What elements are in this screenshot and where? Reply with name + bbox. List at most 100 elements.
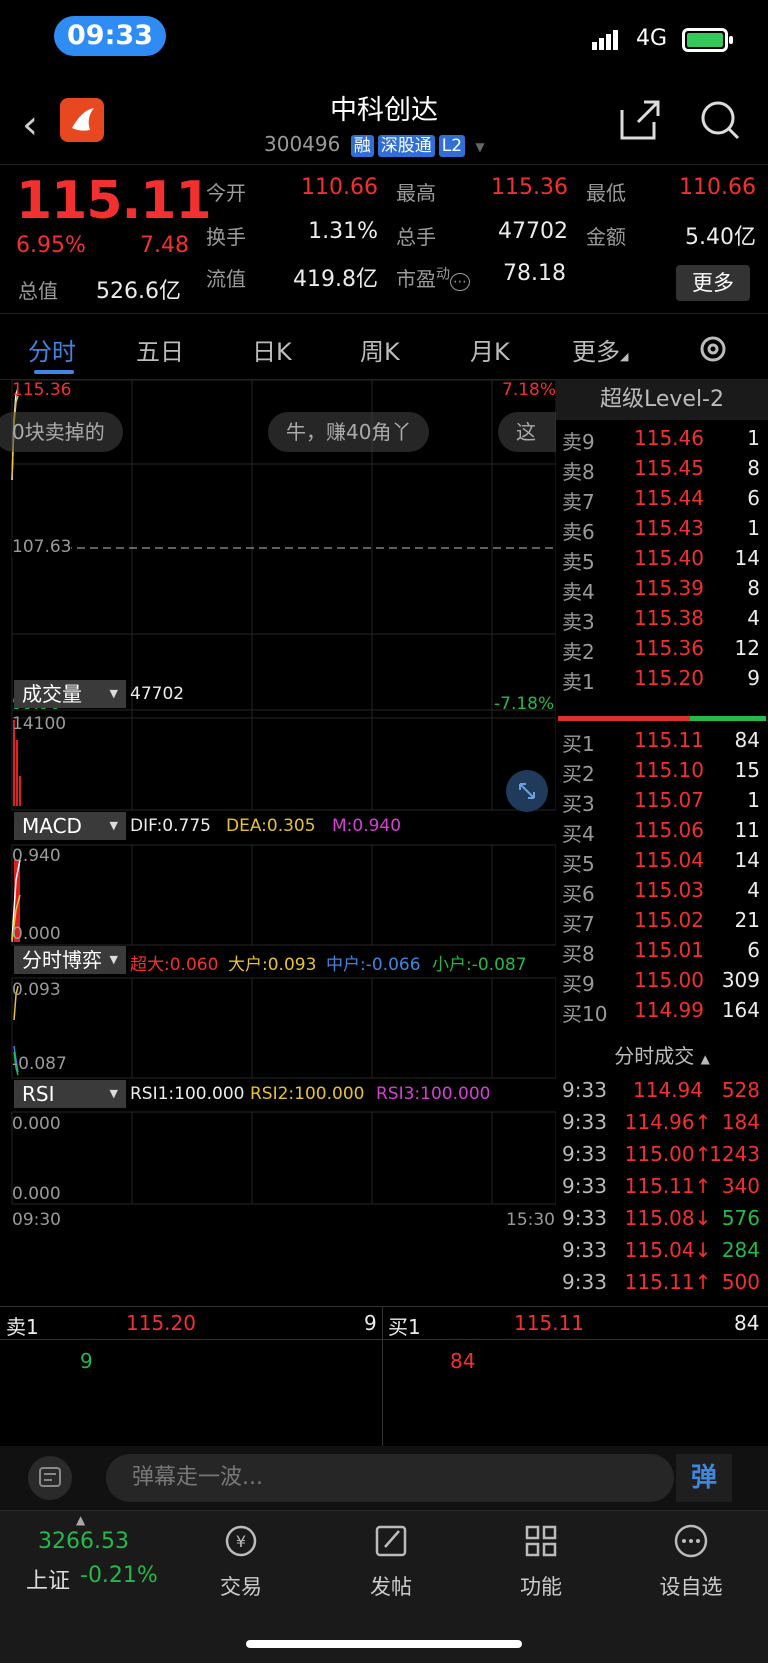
- game-indicator-selector[interactable]: 分时博弈: [14, 946, 126, 974]
- bid-volume: 1: [747, 788, 760, 812]
- pe-info-icon[interactable]: ⋯: [450, 273, 470, 291]
- bid-level: 买1: [562, 732, 595, 756]
- tab-monthly-k[interactable]: 月K: [470, 332, 510, 367]
- tab-more[interactable]: 更多◢: [572, 332, 628, 367]
- trade-time: 9:33: [562, 1142, 607, 1166]
- bid-row[interactable]: 买5 115.04 14: [562, 848, 764, 879]
- bid-row[interactable]: 买4 115.06 11: [562, 818, 764, 849]
- more-button[interactable]: 更多: [676, 265, 750, 301]
- ask-row[interactable]: 卖1 115.20 9: [562, 666, 764, 697]
- danmu-bar: 弹幕走一波... 弹: [0, 1446, 768, 1510]
- expand-icon[interactable]: [506, 770, 548, 812]
- time-start: 09:30: [12, 1210, 61, 1230]
- nav-function[interactable]: 功能: [486, 1519, 596, 1601]
- ask-row[interactable]: 卖4 115.39 8: [562, 576, 764, 607]
- share-icon[interactable]: [618, 98, 662, 142]
- trade-price: 115.11↑: [624, 1174, 712, 1198]
- ask-volume: 12: [734, 636, 760, 660]
- rsi-indicator-selector[interactable]: RSI: [14, 1080, 126, 1108]
- bid-row[interactable]: 买1 115.11 84: [562, 728, 764, 759]
- turnover-value: 1.31%: [308, 219, 378, 244]
- ask-row[interactable]: 卖6 115.43 1: [562, 516, 764, 547]
- bid-row[interactable]: 买3 115.07 1: [562, 788, 764, 819]
- bid-row[interactable]: 买9 115.00 309: [562, 968, 764, 999]
- nav-header: ‹ 中科创达 300496 融深股通 L2 ▼: [0, 80, 768, 164]
- trade-row: 9:33 114.94 528: [562, 1078, 764, 1112]
- ask-level: 卖1: [562, 670, 595, 694]
- rsi-max: 0.000: [12, 1114, 61, 1134]
- trade-volume: 528: [721, 1078, 760, 1102]
- volume-max: 14100: [12, 714, 67, 734]
- intraday-chart[interactable]: 115.36 7.18% 107.63 99.90 -7.18% 0块卖掉的 牛…: [0, 380, 556, 1306]
- nav-function-label: 功能: [520, 1575, 562, 1599]
- volume-value: 47702: [130, 684, 185, 704]
- mini-book: 卖1 115.20 9 买1 115.11 84 9 84: [0, 1306, 768, 1447]
- ask-row[interactable]: 卖5 115.40 14: [562, 546, 764, 577]
- trade-price: 114.96↑: [624, 1110, 712, 1134]
- ask-price: 115.43: [634, 516, 704, 540]
- bid-row[interactable]: 买10 114.99 164: [562, 998, 764, 1029]
- bid-row[interactable]: 买6 115.03 4: [562, 878, 764, 909]
- dropdown-icon[interactable]: ▼: [475, 140, 484, 154]
- tab-five-day[interactable]: 五日: [136, 332, 184, 367]
- last-price: 115.11: [16, 171, 212, 231]
- nav-trade[interactable]: ¥ 交易: [186, 1519, 296, 1601]
- tab-intraday[interactable]: 分时: [28, 332, 76, 367]
- trade-row: 9:33 114.96↑ 184: [562, 1110, 764, 1144]
- mini-ask-label: 卖1: [6, 1315, 39, 1339]
- tab-daily-k[interactable]: 日K: [252, 332, 292, 367]
- ask-volume: 14: [734, 546, 760, 570]
- ask-row[interactable]: 卖2 115.36 12: [562, 636, 764, 667]
- bid-price: 115.04: [634, 848, 704, 872]
- volume-indicator-selector[interactable]: 成交量: [14, 680, 126, 708]
- trade-price: 114.94: [633, 1078, 703, 1102]
- bid-price: 115.03: [634, 878, 704, 902]
- amount-label: 金额: [586, 225, 626, 249]
- search-icon[interactable]: [698, 98, 742, 142]
- trades-title[interactable]: 分时成交 ▲: [556, 1040, 768, 1069]
- ask-row[interactable]: 卖8 115.45 8: [562, 456, 764, 487]
- mini-bid-price: 115.11: [514, 1311, 584, 1335]
- macd-dea: DEA:0.305: [226, 816, 316, 836]
- danmu-input[interactable]: 弹幕走一波...: [106, 1454, 674, 1502]
- post-icon: [375, 1525, 407, 1557]
- trade-row: 9:33 115.00↑ 1243: [562, 1142, 764, 1176]
- tag-margin: 融: [350, 135, 374, 157]
- trade-volume: 340: [721, 1174, 760, 1198]
- index-change: -0.21%: [80, 1563, 158, 1588]
- bid-volume: 4: [747, 878, 760, 902]
- bid-price: 114.99: [634, 998, 704, 1022]
- macd-indicator-selector[interactable]: MACD: [14, 812, 126, 840]
- ask-row[interactable]: 卖9 115.46 1: [562, 426, 764, 457]
- signal-icon: [592, 30, 618, 50]
- trade-volume: 1243: [709, 1142, 760, 1166]
- ask-price: 115.45: [634, 456, 704, 480]
- ask-row[interactable]: 卖7 115.44 6: [562, 486, 764, 517]
- bid-price: 115.02: [634, 908, 704, 932]
- bid-row[interactable]: 买7 115.02 21: [562, 908, 764, 939]
- game-big: 大户:0.093: [228, 955, 317, 975]
- ask-price: 115.20: [634, 666, 704, 690]
- bid-row[interactable]: 买2 115.10 15: [562, 758, 764, 789]
- ask-level: 卖6: [562, 520, 595, 544]
- tag-connect: 深股通: [377, 135, 435, 157]
- danmu-send-button[interactable]: 弹: [676, 1454, 732, 1502]
- rsi-min: 0.000: [12, 1184, 61, 1204]
- bid-level: 买5: [562, 852, 595, 876]
- danmu-settings-icon[interactable]: [28, 1456, 72, 1500]
- home-indicator[interactable]: [246, 1640, 522, 1648]
- more-dots-icon: [674, 1524, 708, 1558]
- gear-icon[interactable]: [696, 332, 730, 366]
- nav-add-watchlist[interactable]: 设自选: [636, 1519, 746, 1601]
- game-mid: 中户:-0.066: [326, 955, 421, 975]
- nav-post[interactable]: 发帖: [336, 1519, 446, 1601]
- index-name: 上证: [26, 1569, 71, 1594]
- bid-row[interactable]: 买8 115.01 6: [562, 938, 764, 969]
- ask-row[interactable]: 卖3 115.38 4: [562, 606, 764, 637]
- bid-volume: 11: [734, 818, 760, 842]
- bid-level: 买4: [562, 822, 595, 846]
- danmu-bubble: 0块卖掉的: [0, 412, 123, 452]
- trade-volume: 500: [721, 1270, 760, 1294]
- tab-weekly-k[interactable]: 周K: [360, 332, 400, 367]
- level2-title[interactable]: 超级Level-2: [556, 380, 768, 420]
